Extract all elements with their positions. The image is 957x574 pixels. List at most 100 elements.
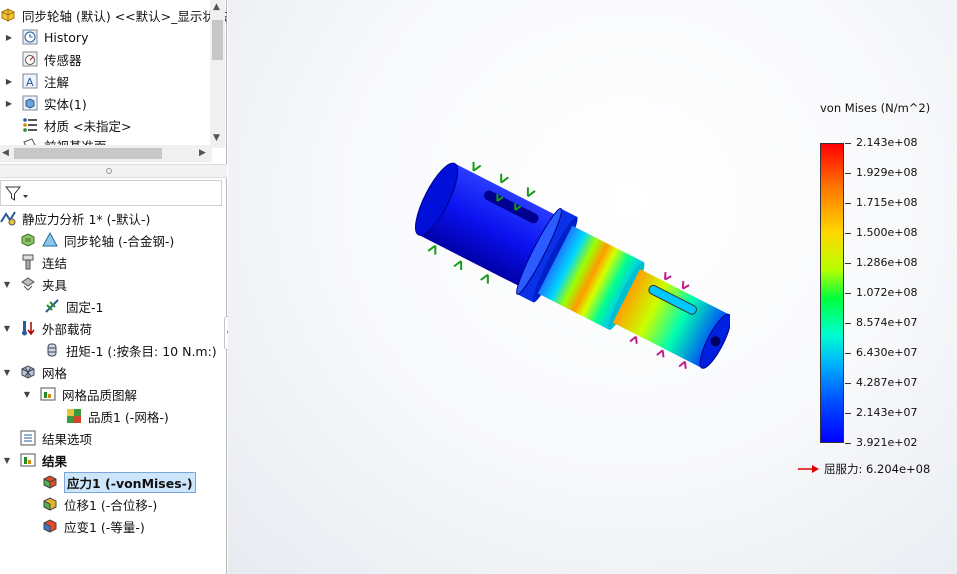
tree-item-mesh[interactable]: ▼ 网格 xyxy=(2,361,67,383)
scroll-left-icon[interactable]: ◀ xyxy=(2,148,9,158)
external-load-icon xyxy=(20,320,36,336)
part-root-item[interactable]: 同步轮轴 (默认) <<默认>_显示状态 xyxy=(0,4,227,26)
svg-text:A: A xyxy=(26,76,34,89)
collapse-arrow-icon[interactable]: ▼ xyxy=(2,273,12,295)
yield-strength-indicator: 屈服力: 6.204e+08 xyxy=(798,461,930,477)
legend-tick-label: 2.143e+08 xyxy=(856,136,918,149)
legend-tick-label: 2.143e+07 xyxy=(856,406,918,419)
tree-item-connections[interactable]: 连结 xyxy=(20,251,67,273)
collapse-arrow-icon[interactable]: ▼ xyxy=(2,317,12,339)
fixed-label: 固定-1 xyxy=(66,299,104,315)
mesh-quality-plot-label: 网格品质图解 xyxy=(62,387,138,403)
scroll-down-icon[interactable]: ▼ xyxy=(213,133,220,143)
tree-item-stress[interactable]: 应力1 (-vonMises-) xyxy=(42,471,196,493)
legend-tick-mark xyxy=(845,323,851,324)
part-shape-icon xyxy=(42,231,58,248)
vertical-scroll-thumb[interactable] xyxy=(212,20,223,60)
fixture-icon xyxy=(20,276,36,292)
legend-tick-mark xyxy=(845,143,851,144)
tree-filter-bar[interactable] xyxy=(0,180,222,206)
material-icon xyxy=(22,117,38,133)
part-material-icon xyxy=(20,232,36,248)
legend-tick-mark xyxy=(845,383,851,384)
legend-tick-mark xyxy=(845,263,851,264)
legend-tick-label: 1.500e+08 xyxy=(856,226,918,239)
torque-icon xyxy=(44,342,60,358)
tree-item-history[interactable]: ▶ History xyxy=(4,26,88,48)
annotations-label: 注解 xyxy=(44,74,70,90)
tree-item-part[interactable]: 同步轮轴 (-合金钢-) xyxy=(20,229,174,251)
stress-result-model[interactable] xyxy=(370,160,730,410)
feature-tree: 同步轮轴 (默认) <<默认>_显示状态 ▶ History 传感器 ▶ A 注… xyxy=(0,0,227,163)
horizontal-scroll-thumb[interactable] xyxy=(14,148,162,159)
tree-item-fixed[interactable]: 固定-1 xyxy=(44,295,103,317)
result-options-icon xyxy=(20,430,36,446)
torque-label: 扭矩-1 (:按条目: 10 N.m:) xyxy=(66,343,217,359)
displacement-plot-icon xyxy=(42,496,58,512)
tree-item-sensors[interactable]: 传感器 xyxy=(4,48,82,70)
tree-item-annotations[interactable]: ▶ A 注解 xyxy=(4,70,69,92)
horizontal-scrollbar[interactable]: ◀ ▶ xyxy=(0,145,212,162)
mesh-label: 网格 xyxy=(42,365,68,381)
vertical-scrollbar[interactable]: ▲ ▼ xyxy=(210,0,225,148)
results-folder-icon xyxy=(20,452,36,468)
study-item[interactable]: 静应力分析 1* (-默认-) xyxy=(0,207,150,229)
scroll-right-icon[interactable]: ▶ xyxy=(199,148,206,158)
static-study-icon xyxy=(0,210,16,226)
history-icon xyxy=(22,29,38,45)
tree-item-material[interactable]: 材质 <未指定> xyxy=(4,114,131,136)
legend-tick-mark xyxy=(845,443,851,444)
quality-label: 品质1 (-网格-) xyxy=(88,409,169,425)
collapse-arrow-icon[interactable]: ▼ xyxy=(2,449,12,471)
panel-splitter[interactable] xyxy=(0,164,227,178)
fixtures-label: 夹具 xyxy=(42,277,68,293)
sensors-label: 传感器 xyxy=(44,52,82,68)
connection-icon xyxy=(20,254,36,270)
legend-tick-mark xyxy=(845,293,851,294)
stress-label: 应力1 (-vonMises-) xyxy=(64,471,196,493)
tree-item-fixtures[interactable]: ▼ 夹具 xyxy=(2,273,67,295)
tree-item-external-loads[interactable]: ▼ 外部载荷 xyxy=(2,317,92,339)
annotation-icon: A xyxy=(22,73,38,89)
part-icon xyxy=(0,7,16,23)
quality-plot-icon xyxy=(66,408,82,424)
external-loads-label: 外部载荷 xyxy=(42,321,93,337)
filter-icon[interactable] xyxy=(4,185,30,203)
result-options-label: 结果选项 xyxy=(42,431,93,447)
tree-item-results[interactable]: ▼ 结果 xyxy=(2,449,67,471)
legend-title: von Mises (N/m^2) xyxy=(820,101,931,115)
legend-tick-label: 1.929e+08 xyxy=(856,166,918,179)
legend-tick-label: 8.574e+07 xyxy=(856,316,918,329)
mesh-icon xyxy=(20,364,36,380)
legend-tick-label: 1.715e+08 xyxy=(856,196,918,209)
results-label: 结果 xyxy=(42,453,68,469)
folder-icon xyxy=(40,386,56,402)
legend-tick-label: 1.072e+08 xyxy=(856,286,918,299)
tree-item-mesh-quality-plot[interactable]: ▼ 网格品质图解 xyxy=(22,383,137,405)
legend-tick-label: 6.430e+07 xyxy=(856,346,918,359)
collapse-arrow-icon[interactable]: ▼ xyxy=(2,361,12,383)
tree-item-torque[interactable]: 扭矩-1 (:按条目: 10 N.m:) xyxy=(44,339,217,361)
tree-item-quality[interactable]: 品质1 (-网格-) xyxy=(66,405,169,427)
tree-item-solid-bodies[interactable]: ▶ 实体(1) xyxy=(4,92,87,114)
strain-plot-icon xyxy=(42,518,58,534)
tree-item-strain[interactable]: 应变1 (-等量-) xyxy=(42,515,145,537)
stress-plot-icon xyxy=(42,474,58,490)
red-arrow-icon xyxy=(798,465,819,473)
collapse-arrow-icon[interactable]: ▼ xyxy=(22,383,32,405)
fixed-geometry-icon xyxy=(44,298,60,314)
legend-tick-mark xyxy=(845,233,851,234)
solid-bodies-label: 实体(1) xyxy=(44,96,87,112)
simulation-study-tree: 静应力分析 1* (-默认-) 同步轮轴 (-合金钢-) 连结 ▼ 夹具 固定-… xyxy=(0,206,226,574)
material-label: 材质 <未指定> xyxy=(44,118,132,134)
expand-arrow-icon[interactable]: ▶ xyxy=(4,26,14,48)
history-label: History xyxy=(44,29,89,45)
expand-arrow-icon[interactable]: ▶ xyxy=(4,92,14,114)
tree-item-result-options[interactable]: 结果选项 xyxy=(20,427,92,449)
feature-manager-panel: 同步轮轴 (默认) <<默认>_显示状态 ▶ History 传感器 ▶ A 注… xyxy=(0,0,227,574)
yield-strength-label: 屈服力: 6.204e+08 xyxy=(824,462,931,476)
scroll-up-icon[interactable]: ▲ xyxy=(213,2,220,12)
tree-item-displacement[interactable]: 位移1 (-合位移-) xyxy=(42,493,157,515)
expand-arrow-icon[interactable]: ▶ xyxy=(4,70,14,92)
sensor-icon xyxy=(22,51,38,67)
